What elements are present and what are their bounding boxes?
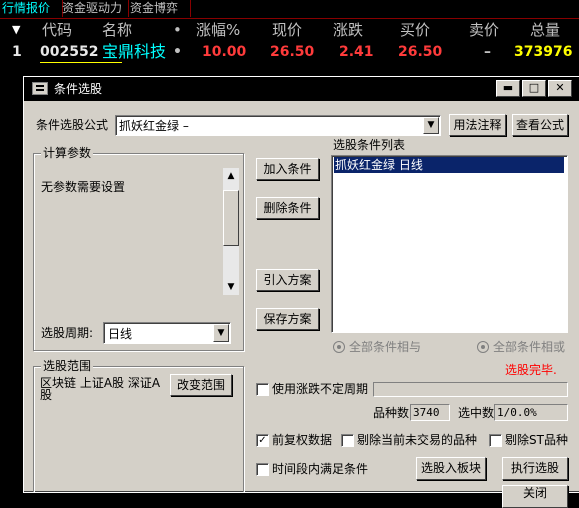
selected-count-value: 1/0.0% — [497, 406, 537, 419]
variable-period-slider[interactable] — [373, 382, 568, 397]
usage-notes-button[interactable]: 用法注释 — [449, 114, 506, 136]
import-plan-button[interactable]: 引入方案 — [256, 269, 319, 291]
column-header-dot: • — [173, 21, 182, 39]
radio-all-or-label: 全部条件相或 — [493, 340, 566, 354]
column-header-name[interactable]: 名称 — [102, 20, 132, 40]
app-icon — [32, 82, 48, 95]
variable-period-checkbox[interactable] — [256, 383, 269, 396]
volume-value: 373976 — [514, 44, 573, 60]
selected-count-field: 1/0.0% — [494, 404, 568, 421]
pre-adjust-label: 前复权数据 — [272, 433, 333, 447]
params-text: 无参数需要设置 — [41, 180, 126, 194]
view-formula-button[interactable]: 查看公式 — [512, 114, 568, 136]
add-to-block-button[interactable]: 选股入板块 — [416, 457, 486, 480]
column-header-price[interactable]: 现价 — [272, 20, 302, 40]
exclude-st-label: 剔除ST品种 — [505, 433, 568, 447]
scroll-thumb[interactable] — [223, 190, 239, 246]
pre-adjust-checkbox[interactable]: ✓ — [256, 434, 269, 447]
status-text: 选股完毕. — [505, 363, 557, 377]
exclude-untraded-checkbox[interactable] — [341, 434, 354, 447]
period-value: 日线 — [108, 327, 133, 341]
dialog-title: 条件选股 — [54, 82, 103, 96]
tab-market-quotes[interactable]: 行情报价 — [0, 0, 63, 17]
tab-capital-drive[interactable]: 资金驱动力 — [60, 0, 129, 17]
minimize-icon[interactable]: ▬ — [496, 80, 520, 97]
row-highlight-underline — [40, 62, 122, 63]
price-value: 26.50 — [270, 44, 315, 60]
radio-all-or[interactable] — [477, 341, 489, 353]
bid-value: 26.50 — [398, 44, 443, 60]
column-header-change-pct[interactable]: 涨幅% — [196, 20, 240, 40]
variable-period-label: 使用涨跌不定周期 — [272, 382, 369, 396]
stock-count-label: 品种数 — [373, 406, 410, 420]
execute-screening-button[interactable]: 执行选股 — [502, 457, 568, 480]
column-header-ask[interactable]: 卖价 — [469, 20, 499, 40]
formula-label: 条件选股公式 — [36, 118, 109, 132]
column-header-change[interactable]: 涨跌 — [333, 20, 363, 40]
list-item[interactable]: 抓妖红金绿 日线 — [334, 157, 564, 173]
change-range-button[interactable]: 改变范围 — [170, 374, 232, 396]
radio-all-and[interactable] — [333, 341, 345, 353]
stock-screener-dialog: 条件选股 ▬ □ ✕ 条件选股公式 抓妖红金绿 – ▼ 用法注释 查看公式 计算… — [23, 76, 579, 508]
dialog-titlebar[interactable]: 条件选股 ▬ □ ✕ — [24, 77, 579, 101]
delete-condition-button[interactable]: 删除条件 — [256, 197, 319, 219]
column-header-bid[interactable]: 买价 — [400, 20, 430, 40]
chevron-down-icon[interactable]: ▼ — [423, 117, 439, 134]
condition-list[interactable]: 抓妖红金绿 日线 — [331, 155, 568, 333]
tab-capital-game[interactable]: 资金博弈 — [128, 0, 191, 17]
time-range-checkbox[interactable] — [256, 463, 269, 476]
row-dot: • — [173, 44, 182, 60]
chevron-down-icon[interactable]: ▼ — [213, 324, 229, 342]
exclude-st-checkbox[interactable] — [489, 434, 502, 447]
maximize-icon[interactable]: □ — [522, 80, 546, 97]
exclude-untraded-label: 剔除当前未交易的品种 — [357, 433, 478, 447]
close-button[interactable]: 关闭 — [502, 485, 568, 508]
add-condition-button[interactable]: 加入条件 — [256, 158, 319, 180]
formula-value: 抓妖红金绿 – — [119, 119, 189, 133]
close-icon[interactable]: ✕ — [548, 80, 572, 97]
condition-list-label: 选股条件列表 — [333, 138, 406, 152]
save-plan-button[interactable]: 保存方案 — [256, 308, 319, 330]
radio-all-and-label: 全部条件相与 — [349, 340, 422, 354]
stock-count-value: 3740 — [413, 406, 440, 419]
stock-count-field: 3740 — [410, 404, 450, 421]
change-value: 2.41 — [339, 44, 374, 60]
formula-select[interactable]: 抓妖红金绿 – ▼ — [115, 115, 441, 136]
scroll-up-icon[interactable]: ▲ — [223, 168, 239, 184]
time-range-label: 时间段内满足条件 — [272, 462, 369, 476]
sort-arrow-icon[interactable]: ▼ — [12, 20, 20, 40]
range-group-title: 选股范围 — [41, 359, 94, 373]
stock-code: 002552 — [40, 44, 99, 60]
market-tab-strip: 行情报价 资金驱动力 资金博弈 — [0, 0, 579, 19]
period-label: 选股周期: — [41, 326, 94, 340]
selected-count-label: 选中数 — [458, 406, 495, 420]
params-group-title: 计算参数 — [41, 146, 94, 160]
column-header-code[interactable]: 代码 — [42, 20, 72, 40]
scroll-down-icon[interactable]: ▼ — [223, 279, 239, 295]
ask-value: – — [484, 44, 491, 60]
range-text: 区块链 上证A股 深证A股 — [40, 376, 161, 402]
params-scrollbar[interactable]: ▲ ▼ — [223, 168, 239, 295]
column-header-volume[interactable]: 总量 — [530, 20, 560, 40]
period-select[interactable]: 日线 ▼ — [103, 322, 231, 344]
row-index: 1 — [12, 44, 22, 60]
stock-name: 宝鼎科技 — [102, 42, 167, 61]
change-pct-value: 10.00 — [202, 44, 247, 60]
